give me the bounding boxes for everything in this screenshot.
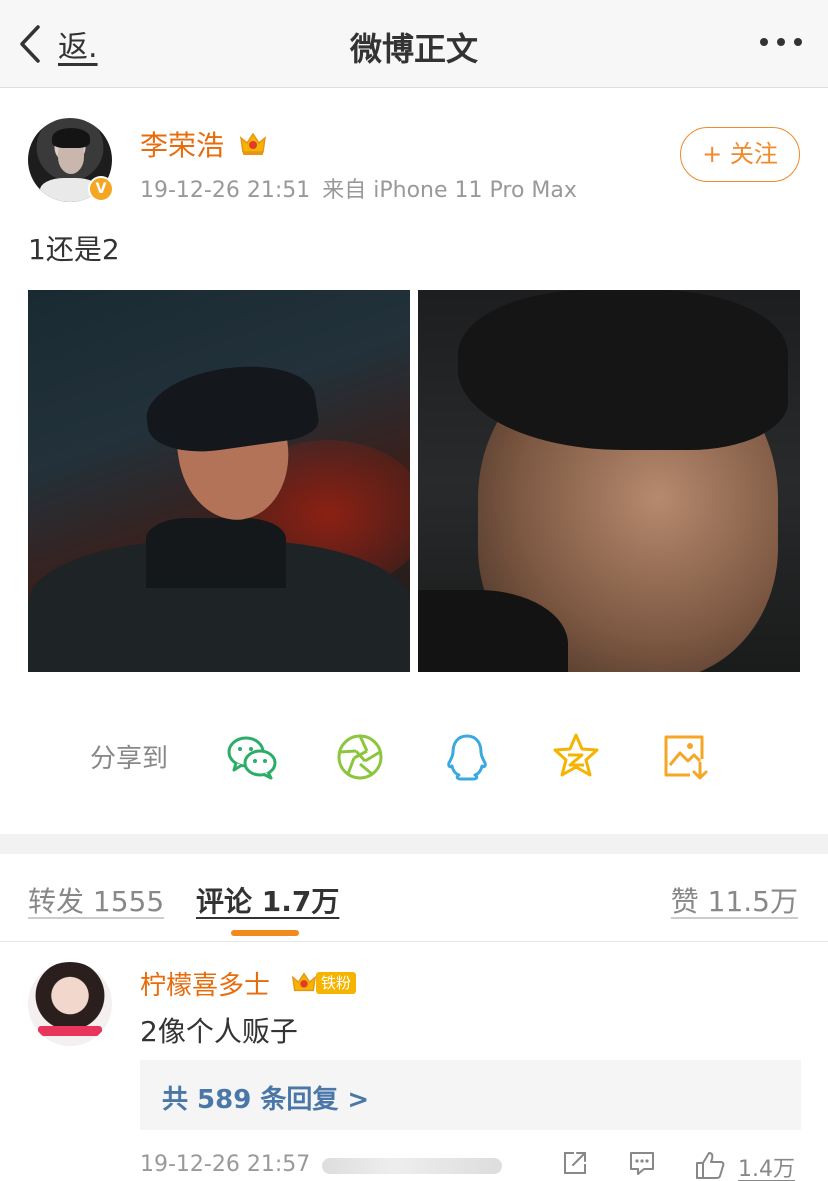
- comment-like-count[interactable]: 1.4万: [738, 1151, 795, 1181]
- verified-badge: V: [88, 176, 114, 202]
- share-label: 分享到: [90, 744, 169, 774]
- navigation-bar: 返. 微博正文: [0, 0, 828, 88]
- commenter-avatar[interactable]: [28, 962, 112, 1046]
- crown-icon: [239, 132, 267, 155]
- crown-icon: [291, 972, 317, 992]
- qzone-icon[interactable]: [550, 731, 602, 783]
- post-source: 来自 iPhone 11 Pro Max: [322, 178, 577, 203]
- active-tab-indicator: [231, 930, 299, 936]
- tab-likes[interactable]: 赞 11.5万: [671, 880, 798, 920]
- comment-icon[interactable]: [628, 1150, 656, 1176]
- commenter-name[interactable]: 柠檬喜多士: [140, 965, 270, 1002]
- tab-reposts[interactable]: 转发 1555: [28, 880, 164, 920]
- post-text: 1还是2: [28, 233, 120, 266]
- like-icon[interactable]: [694, 1150, 726, 1180]
- blurred-text: [322, 1158, 502, 1174]
- post-meta: 19-12-26 21:51 来自 iPhone 11 Pro Max: [140, 172, 577, 204]
- qq-icon[interactable]: [441, 731, 493, 783]
- page-title: 微博正文: [349, 30, 478, 68]
- moments-icon[interactable]: [334, 731, 386, 783]
- post-image-2[interactable]: [418, 290, 800, 672]
- comment-timestamp: 19-12-26 21:57: [140, 1152, 311, 1177]
- save-image-icon[interactable]: [660, 731, 712, 783]
- share-icon[interactable]: [562, 1150, 588, 1176]
- follow-button[interactable]: + 关注: [680, 127, 800, 182]
- wechat-icon[interactable]: [226, 731, 278, 783]
- author-name[interactable]: 李荣浩: [140, 124, 224, 164]
- view-replies-button[interactable]: 共 589 条回复 >: [140, 1060, 801, 1130]
- replies-label[interactable]: 共 589 条回复 >: [162, 1079, 369, 1116]
- post-image-1[interactable]: [28, 290, 410, 672]
- comment-text: 2像个人贩子: [140, 1015, 298, 1048]
- fan-badge: 铁粉: [316, 972, 357, 994]
- post-timestamp: 19-12-26 21:51: [140, 178, 311, 203]
- tab-comments[interactable]: 评论 1.7万: [196, 880, 339, 920]
- divider: [0, 941, 828, 942]
- more-options-icon[interactable]: [760, 38, 802, 46]
- section-divider: [0, 834, 828, 854]
